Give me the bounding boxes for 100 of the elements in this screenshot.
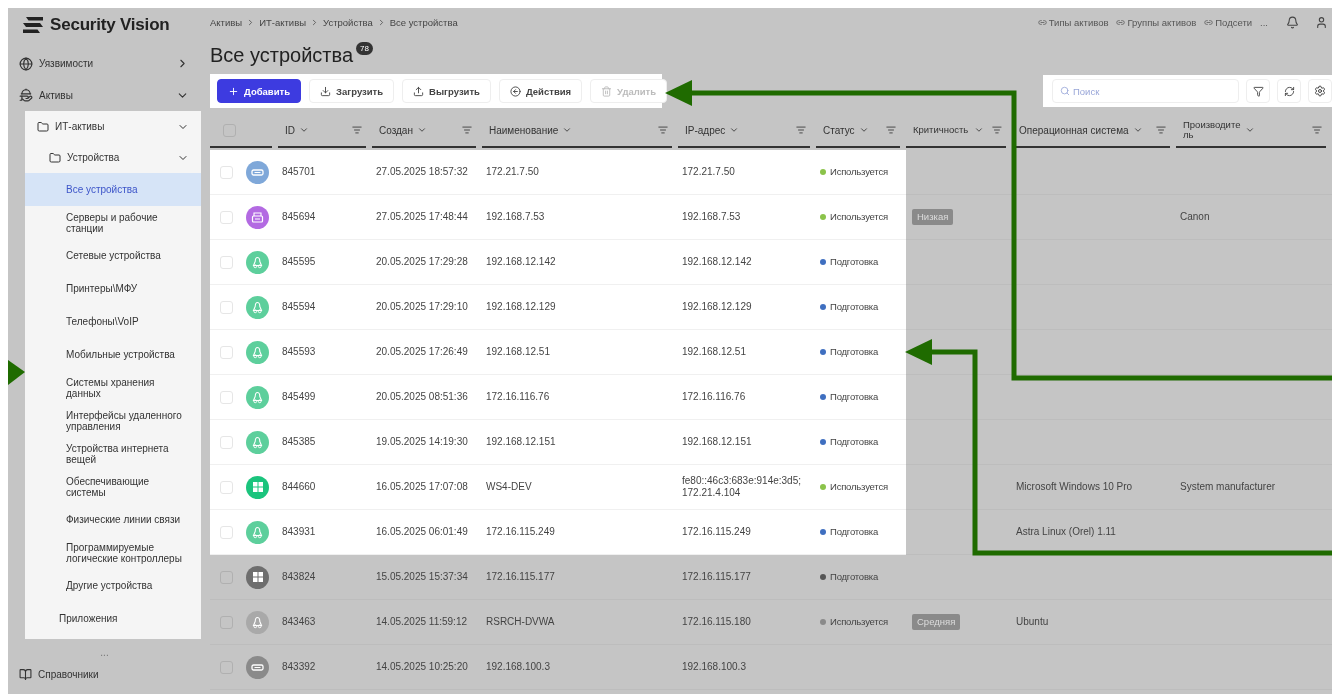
status-text: Используется (830, 616, 888, 628)
table-cell: 16.05.2025 06:01:49 (376, 526, 468, 538)
table-cell: 192.168.12.142 (486, 256, 556, 268)
column-header[interactable]: Критичность (906, 114, 1006, 148)
table-cell: 20.05.2025 17:29:10 (376, 301, 468, 313)
sort-icon (658, 125, 668, 135)
table-cell: WS4-DEV (486, 481, 532, 493)
table-cell: 20.05.2025 08:51:36 (376, 391, 468, 403)
toolbar-button[interactable]: Выгрузить (402, 79, 491, 103)
column-header[interactable]: Наименование (482, 114, 672, 148)
table-cell: 14.05.2025 10:25:20 (376, 661, 468, 673)
tree-item[interactable]: Все устройства (25, 173, 201, 206)
tree-item[interactable]: Другие устройства (25, 569, 201, 602)
column-header[interactable]: Создан (372, 114, 476, 148)
tree-item[interactable]: Мобильные устройства (25, 338, 201, 371)
tree-item[interactable]: Устройства (25, 142, 201, 173)
chevron-down-icon (416, 125, 427, 135)
search-icon (1060, 86, 1070, 96)
tree-item[interactable]: Обеспечивающие системы (25, 470, 201, 503)
tree-item[interactable]: Системы хранения данных (25, 371, 201, 404)
table-cell: 843931 (282, 526, 316, 538)
status-text: Подготовка (830, 391, 878, 403)
sort-icon (1312, 125, 1322, 135)
table-cell: System manufacturer (1180, 481, 1276, 493)
tree-item[interactable]: ИТ-активы (25, 111, 201, 142)
table-cell: 27.05.2025 17:48:44 (376, 211, 468, 223)
table-cell: 845499 (282, 391, 316, 403)
settings-icon (1314, 85, 1326, 97)
table-cell: 845701 (282, 166, 316, 178)
folder-icon (49, 151, 61, 164)
header-link[interactable]: Группы активов (1116, 16, 1197, 28)
table-cell: 843463 (282, 616, 316, 628)
header-link[interactable]: Типы активов (1037, 16, 1109, 28)
tree-item[interactable]: Физические линии связи (25, 503, 201, 536)
tree-item[interactable]: Интерфейсы удаленного управления (25, 404, 201, 437)
table-cell: Canon (1180, 211, 1210, 223)
tree-item[interactable]: Сетевые устройства (25, 239, 201, 272)
table-cell: 192.168.12.129 (486, 301, 556, 313)
search-field[interactable]: Поиск (1052, 79, 1239, 103)
tree-item[interactable]: Приложения (25, 602, 201, 635)
bell-icon[interactable] (1286, 15, 1299, 29)
toolbar-button[interactable]: Действия (498, 79, 583, 103)
logo-text: Security Vision (50, 14, 170, 35)
status-text: Подготовка (830, 346, 878, 358)
table-cell: 844660 (282, 481, 316, 493)
nav-item[interactable]: Активы (8, 79, 201, 111)
status-text: Подготовка (830, 571, 878, 583)
tree-item[interactable]: Серверы и рабочие станции (25, 206, 201, 239)
trash-icon (601, 85, 613, 97)
filter-icon (1252, 85, 1264, 97)
toolbar-button[interactable]: Добавить (217, 79, 301, 103)
tree-item[interactable]: Устройства интернета вещей (25, 437, 201, 470)
table-cell: 845593 (282, 346, 316, 358)
tree-item[interactable]: Телефоны\VoIP (25, 305, 201, 338)
settings-button[interactable] (1308, 79, 1332, 103)
breadcrumb-link[interactable]: Устройства (323, 16, 373, 28)
chevron-down-icon (729, 125, 740, 135)
sort-icon (352, 125, 362, 135)
column-header[interactable]: ID (278, 114, 366, 148)
sort-icon (992, 125, 1002, 135)
more-indicator: ... (100, 647, 109, 658)
chevron-down-icon (1245, 125, 1255, 135)
logo-icon (22, 15, 44, 34)
nav-item[interactable]: Уязвимости (8, 47, 201, 80)
upload-icon (413, 85, 425, 97)
table-cell: 172.16.115.249 (682, 526, 751, 538)
chevron-down-icon (562, 125, 573, 135)
column-header[interactable]: Производитель (1176, 114, 1326, 148)
filter-button[interactable] (1246, 79, 1270, 103)
tree-item[interactable]: Программируемые логические контроллеры (25, 536, 201, 569)
table-cell: 845594 (282, 301, 316, 313)
header-link[interactable]: Подсети (1204, 16, 1253, 28)
table-cell: 20.05.2025 17:29:28 (376, 256, 468, 268)
breadcrumb-link[interactable]: Активы (210, 16, 243, 28)
table-cell: 172.16.115.177 (486, 571, 555, 583)
column-header[interactable]: IP-адрес (678, 114, 810, 148)
table-cell: 16.05.2025 17:07:08 (376, 481, 468, 493)
table-cell: 172.16.115.177 (682, 571, 751, 583)
status-text: Используется (830, 166, 888, 178)
user-icon[interactable] (1315, 15, 1328, 29)
column-header[interactable]: Операционная система (1012, 114, 1170, 148)
refresh-button[interactable] (1277, 79, 1301, 103)
table-cell: Astra Linux (Orel) 1.11 (1016, 526, 1116, 538)
column-header[interactable]: Статус (816, 114, 900, 148)
breadcrumb-link[interactable]: ИТ-активы (259, 16, 306, 28)
table-cell: 20.05.2025 17:26:49 (376, 346, 468, 358)
tree-item[interactable]: Принтеры\МФУ (25, 272, 201, 305)
link-icon (1116, 17, 1126, 27)
table-cell: 172.16.116.76 (486, 391, 550, 403)
table-cell-text: fe80::46c3:683e:914e:3d5; 172.21.4.104 (682, 475, 802, 499)
criticality-tag: Средняя (912, 614, 961, 630)
refresh-icon (1283, 85, 1295, 97)
breadcrumb-link[interactable]: Все устройства (389, 16, 458, 28)
page-title: Все устройства (210, 43, 354, 67)
nav-item[interactable]: Справочники (8, 658, 201, 690)
pointer-arrow (8, 360, 25, 385)
status-text: Подготовка (830, 526, 878, 538)
table-cell: 172.16.115.180 (682, 616, 751, 628)
toolbar-button[interactable]: Загрузить (309, 79, 395, 103)
more-link[interactable]: ... (1260, 16, 1268, 28)
